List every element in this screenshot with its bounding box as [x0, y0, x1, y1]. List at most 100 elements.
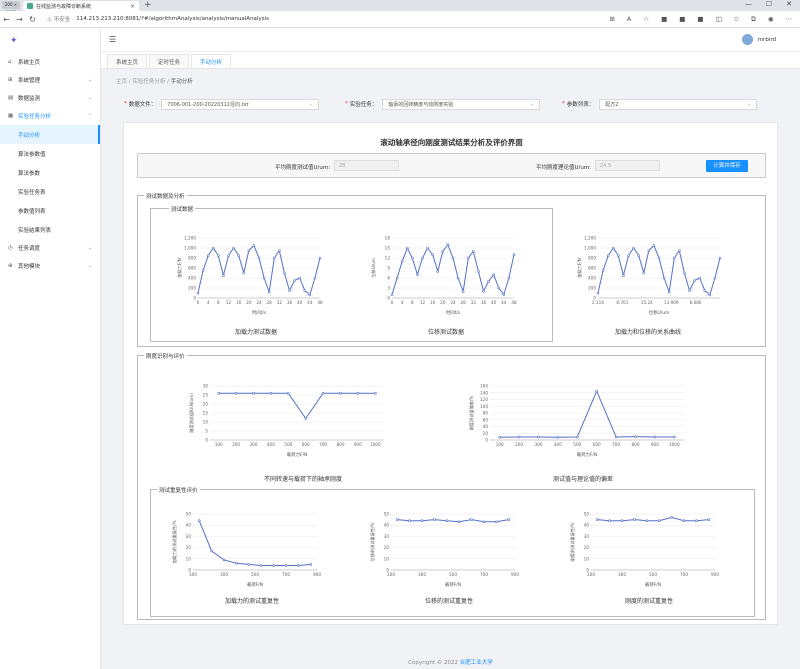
back-icon[interactable]: ←	[0, 15, 13, 24]
data-point	[472, 250, 475, 253]
profile-pill[interactable]: 200 × 1385	[2, 1, 20, 15]
y-tick-label: 800	[188, 256, 196, 261]
url-field[interactable]: ⚠ 不安全 114.213.213.210:8081/?#/algorithmA…	[47, 15, 269, 23]
data-point	[482, 520, 486, 524]
data-file-select[interactable]: 7006-001-200-20220311径向.txt ⌄	[161, 98, 320, 110]
section-title: 刚度识别与评价	[144, 352, 187, 360]
favorites-bar-icon[interactable]: ✩	[734, 15, 739, 24]
y-tick-label: 10	[384, 556, 390, 561]
page-tabs: 系统主页 定时任务 手动分析	[101, 52, 800, 69]
param-select[interactable]: 配方2 ⌄	[599, 98, 758, 110]
data-point	[217, 391, 221, 395]
browser-tab[interactable]: 在线监测与故障诊断系统 ×	[23, 1, 139, 11]
data-point	[411, 256, 414, 260]
data-point	[637, 254, 640, 257]
username: mrbird	[757, 36, 776, 43]
y-tick-label: 6	[387, 276, 390, 281]
sidebar-subitem-manual[interactable]: 手动分析	[0, 125, 100, 144]
x-tick-label: 200	[515, 442, 523, 447]
avatar	[741, 34, 753, 45]
y-tick-label: 800	[588, 256, 596, 261]
close-icon[interactable]: ×	[130, 3, 135, 10]
tab-manual[interactable]: 手动分析	[191, 54, 232, 68]
param-label: 参数列表：	[566, 102, 595, 108]
avg-test-input[interactable]: 28	[334, 160, 399, 171]
x-tick-label: 24	[256, 300, 262, 305]
x-axis-label: 载荷F/N	[445, 581, 461, 588]
reload-icon[interactable]: ↻	[26, 15, 39, 24]
data-point	[252, 244, 256, 247]
chart-load-force: 02004006008001,0001,2000 4 8 12 16 20 24 28 32 36…	[176, 236, 323, 317]
chevron-down-icon: ⌄	[530, 101, 535, 107]
menu-toggle-icon[interactable]: ☰	[109, 35, 116, 44]
url-text: 114.213.213.210:8081/?#/algorithmAnalysi…	[76, 16, 269, 22]
sidebar-item-task-analysis[interactable]: ▦ 实验任务分析 ⌃	[0, 107, 100, 125]
breadcrumb-home[interactable]: 主页	[116, 79, 127, 85]
split-icon[interactable]: ◫	[716, 15, 722, 24]
sidebar-item-system[interactable]: ⊞ 系统管理 ⌄	[0, 71, 100, 89]
x-tick-label: 800	[632, 442, 640, 447]
sidebar-item-monitor[interactable]: ▤ 数据监测 ⌄	[0, 89, 100, 107]
sidebar-subitem-algo-params[interactable]: 算法参数	[0, 163, 100, 182]
x-tick-label: 800	[337, 442, 345, 447]
user-menu[interactable]: mrbird	[741, 34, 776, 45]
breadcrumb-task[interactable]: 实验任务分析	[132, 79, 165, 85]
apps-icon[interactable]: ⊞	[609, 15, 614, 24]
sidebar: ✦ ⌂ 系统主页 ⊞ 系统管理 ⌄ ▤ 数据监测 ⌄ ▦ 实验任务分析 ⌃ 手动分析 算法参数…	[0, 28, 101, 669]
data-point	[614, 435, 618, 439]
data-point	[620, 519, 624, 523]
ext-icon-2[interactable]: ■	[679, 15, 685, 24]
maximize-icon[interactable]: ☐	[766, 0, 772, 8]
top-header: ☰ mrbird	[101, 28, 800, 52]
sidebar-subitem-algo-values[interactable]: 算法参数值	[0, 144, 100, 163]
data-point	[313, 276, 317, 280]
security-warning-icon[interactable]: ⚠ 不安全	[47, 15, 70, 23]
x-tick-label: 500	[284, 442, 292, 447]
task-select[interactable]: 轴承的回转精度与动刚度实验 ⌄	[382, 98, 541, 110]
window-close-icon[interactable]: ✕	[786, 0, 792, 8]
sidebar-item-scheduler[interactable]: ◷ 任务调度 ⌄	[0, 239, 100, 257]
favorite-icon[interactable]: ☆	[643, 15, 649, 24]
chevron-down-icon: ⌄	[747, 101, 752, 107]
data-point	[634, 435, 637, 438]
sidebar-subitem-result-list[interactable]: 实验结果列表	[0, 220, 100, 239]
series-line	[499, 389, 675, 438]
y-tick-label: 30	[186, 534, 192, 539]
data-point	[298, 276, 301, 280]
data-point	[210, 549, 213, 553]
tab-home[interactable]: 系统主页	[107, 54, 148, 68]
chart-force-displacement: 02004006008001,0001,2002.116 8.761 15.24 13…	[576, 236, 722, 316]
minimize-icon[interactable]: —	[745, 0, 752, 8]
ext-icon-1[interactable]: ■	[661, 15, 667, 24]
y-tick-label: 600	[188, 266, 196, 271]
data-point	[695, 519, 698, 523]
footer-org[interactable]: 合肥工业大学	[460, 660, 493, 666]
data-point	[321, 391, 325, 395]
sidebar-subitem-param-list[interactable]: 参数值列表	[0, 201, 100, 220]
collections-icon[interactable]: ⧉	[751, 15, 756, 24]
series-line	[218, 392, 376, 420]
new-tab-icon[interactable]: +	[144, 0, 152, 10]
data-point	[293, 279, 296, 282]
y-tick-label: 40	[384, 523, 390, 528]
sidebar-item-other[interactable]: ⊕ 其他模块 ⌄	[0, 257, 100, 275]
security-warning-text: 不安全	[53, 17, 71, 23]
more-icon[interactable]: ⋯	[786, 15, 793, 24]
avg-theory-input[interactable]: 24.5	[595, 160, 660, 171]
ext-icon-3[interactable]: ■	[697, 15, 703, 24]
calc-save-button[interactable]: 计算并保存	[706, 160, 748, 172]
tab-scheduled[interactable]: 定时任务	[149, 54, 190, 68]
y-tick-label: 1,200	[584, 236, 596, 241]
x-tick-label: 48	[317, 300, 323, 305]
data-point	[595, 518, 599, 521]
forward-icon[interactable]: →	[13, 15, 26, 24]
x-tick-label: 100	[496, 442, 504, 447]
sidebar-subitem-task-table[interactable]: 实验任务表	[0, 182, 100, 201]
x-tick-label: 100	[387, 572, 395, 577]
sidebar-item-home[interactable]: ⌂ 系统主页	[0, 53, 100, 71]
data-point	[713, 276, 717, 280]
data-point	[284, 564, 288, 567]
chevron-down-icon: ⌄	[87, 95, 92, 101]
read-aloud-icon[interactable]: A	[627, 15, 631, 24]
browser-profile-icon[interactable]: ◉	[768, 15, 774, 24]
